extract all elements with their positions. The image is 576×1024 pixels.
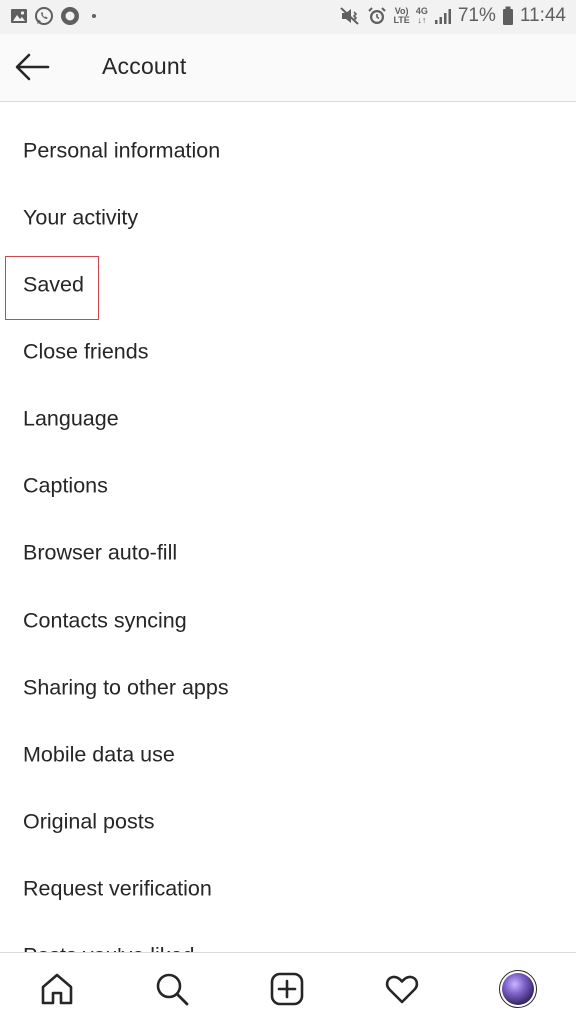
page-title: Account — [102, 53, 187, 79]
whatsapp-icon — [34, 6, 54, 26]
back-button[interactable] — [14, 51, 50, 83]
menu-item-your-activity[interactable]: Your activity — [0, 184, 576, 251]
add-post-icon — [270, 972, 304, 1006]
network-indicator: 4G ↓↑ — [416, 7, 428, 25]
menu-item-mobile-data-use[interactable]: Mobile data use — [0, 721, 576, 788]
signal-icon — [434, 7, 452, 25]
battery-percent: 71% — [457, 5, 496, 26]
menu-item-label: Close friends — [23, 339, 149, 363]
menu-item-label: Browser auto-fill — [23, 540, 178, 564]
app-header: Account — [0, 34, 576, 102]
nav-activity-button[interactable] — [384, 971, 420, 1007]
menu-item-label: Language — [23, 406, 119, 430]
menu-item-personal-information[interactable]: Personal information — [0, 117, 576, 184]
mute-vibrate-icon — [339, 6, 361, 26]
menu-item-contacts-syncing[interactable]: Contacts syncing — [0, 587, 576, 654]
menu-item-label: Contacts syncing — [23, 608, 187, 632]
bottom-nav — [0, 952, 576, 1024]
menu-item-captions[interactable]: Captions — [0, 452, 576, 519]
home-icon — [41, 973, 73, 1005]
menu-item-label: Posts you've liked — [23, 943, 194, 952]
nav-profile-avatar[interactable] — [499, 970, 537, 1008]
status-bar: Vo) LTE 4G ↓↑ 71% 11:44 — [0, 0, 576, 34]
clock: 11:44 — [519, 5, 566, 26]
dot-icon — [92, 14, 96, 18]
search-icon — [156, 973, 189, 1006]
menu-item-label: Mobile data use — [23, 742, 175, 766]
status-bar-left — [10, 6, 96, 26]
menu-item-language[interactable]: Language — [0, 385, 576, 452]
menu-item-posts-youve-liked[interactable]: Posts you've liked — [0, 922, 576, 952]
account-menu: Personal information Your activity Saved… — [0, 102, 576, 952]
heart-icon — [385, 975, 419, 1004]
menu-item-browser-auto-fill[interactable]: Browser auto-fill — [0, 519, 576, 586]
menu-item-request-verification[interactable]: Request verification — [0, 855, 576, 922]
profile-avatar-image — [502, 973, 534, 1005]
menu-item-label: Personal information — [23, 138, 221, 162]
menu-item-original-posts[interactable]: Original posts — [0, 788, 576, 855]
network-arrows: ↓↑ — [417, 15, 427, 25]
battery-icon — [502, 6, 514, 26]
arrow-left-icon — [15, 53, 50, 81]
menu-item-label: Sharing to other apps — [23, 675, 229, 699]
menu-item-close-friends[interactable]: Close friends — [0, 318, 576, 385]
alarm-icon — [367, 6, 387, 26]
menu-item-label: Original posts — [23, 809, 155, 833]
volte-indicator: Vo) LTE — [393, 7, 409, 25]
menu-item-label: Your activity — [23, 205, 139, 229]
circle-app-icon — [60, 6, 80, 26]
nav-home-button[interactable] — [39, 971, 75, 1007]
saved-highlight-box — [5, 256, 99, 320]
menu-item-label: Captions — [23, 473, 108, 497]
menu-item-sharing-to-other-apps[interactable]: Sharing to other apps — [0, 654, 576, 721]
menu-item-label: Request verification — [23, 876, 212, 900]
screen: Vo) LTE 4G ↓↑ 71% 11:44 Account Personal… — [0, 0, 576, 1024]
gallery-icon — [10, 8, 28, 24]
status-bar-right: Vo) LTE 4G ↓↑ 71% 11:44 — [339, 5, 566, 27]
volte-line2: LTE — [393, 15, 410, 25]
nav-add-post-button[interactable] — [269, 971, 305, 1007]
nav-search-button[interactable] — [154, 971, 190, 1007]
